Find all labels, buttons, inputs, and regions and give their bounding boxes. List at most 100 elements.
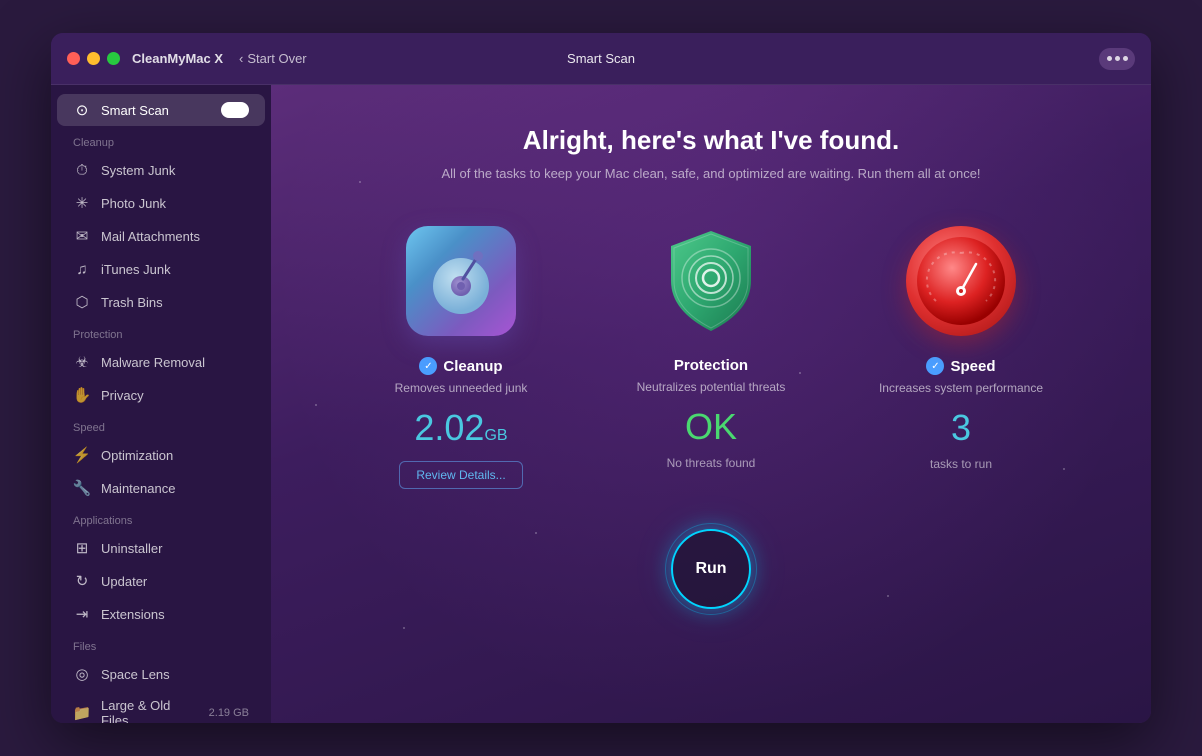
- maintenance-icon: 🔧: [73, 479, 91, 497]
- sidebar-item-smart-scan[interactable]: ⊙ Smart Scan: [57, 94, 265, 126]
- back-chevron-icon: ‹: [239, 51, 243, 66]
- run-button[interactable]: Run: [671, 529, 751, 609]
- sidebar-item-photo-junk[interactable]: ✳ Photo Junk: [57, 187, 265, 219]
- optimization-icon: ⚡: [73, 446, 91, 464]
- smart-scan-toggle[interactable]: [221, 102, 249, 118]
- window-title: Smart Scan: [567, 51, 635, 66]
- close-button[interactable]: [67, 52, 80, 65]
- trash-icon: ⬡: [73, 293, 91, 311]
- sidebar-item-uninstaller[interactable]: ⊞ Uninstaller: [57, 532, 265, 564]
- sidebar-label-system-junk: System Junk: [101, 163, 249, 178]
- sidebar-label-privacy: Privacy: [101, 388, 249, 403]
- cleanup-check-icon: ✓: [419, 357, 437, 375]
- speed-card: ✓ Speed Increases system performance 3 t…: [851, 221, 1071, 471]
- minimize-button[interactable]: [87, 52, 100, 65]
- section-label-applications: Applications: [51, 505, 271, 531]
- protection-value-text: OK: [685, 406, 737, 447]
- sidebar-item-trash-bins[interactable]: ⬡ Trash Bins: [57, 286, 265, 318]
- page-subtitle: All of the tasks to keep your Mac clean,…: [441, 166, 980, 181]
- system-junk-icon: ⏱: [73, 161, 91, 179]
- sidebar-item-large-old-files[interactable]: 📁 Large & Old Files 2.19 GB: [57, 691, 265, 723]
- photo-junk-icon: ✳: [73, 194, 91, 212]
- sidebar-label-large-files: Large & Old Files: [101, 698, 199, 723]
- sidebar-item-itunes-junk[interactable]: ♫ iTunes Junk: [57, 253, 265, 285]
- traffic-lights: [67, 52, 120, 65]
- sidebar-item-system-junk[interactable]: ⏱ System Junk: [57, 154, 265, 186]
- speed-check-icon: ✓: [926, 357, 944, 375]
- sidebar-label-optimization: Optimization: [101, 448, 249, 463]
- dot-icon-2: [1115, 56, 1120, 61]
- cleanup-title-row: ✓ Cleanup: [419, 357, 502, 375]
- large-files-icon: 📁: [73, 704, 91, 722]
- more-options-button[interactable]: [1099, 48, 1135, 70]
- protection-card-detail: No threats found: [667, 456, 756, 470]
- section-label-protection: Protection: [51, 319, 271, 345]
- itunes-icon: ♫: [73, 260, 91, 278]
- speed-card-detail: tasks to run: [930, 457, 992, 471]
- speed-title-row: ✓ Speed: [926, 357, 995, 375]
- smart-scan-icon: ⊙: [73, 101, 91, 119]
- protection-card: Protection Neutralizes potential threats…: [601, 221, 821, 470]
- back-button[interactable]: ‹ Start Over: [239, 51, 307, 66]
- back-label: Start Over: [247, 51, 306, 66]
- review-details-button[interactable]: Review Details...: [399, 461, 522, 489]
- sidebar-label-trash: Trash Bins: [101, 295, 249, 310]
- cleanup-disk-icon: [406, 226, 516, 336]
- sidebar-label-updater: Updater: [101, 574, 249, 589]
- dot-icon-1: [1107, 56, 1112, 61]
- cleanup-disk-svg: [421, 241, 501, 321]
- app-window: CleanMyMac X ‹ Start Over Smart Scan ⊙ S…: [51, 33, 1151, 723]
- updater-icon: ↻: [73, 572, 91, 590]
- speed-card-subtitle: Increases system performance: [879, 381, 1043, 395]
- extensions-icon: ⇥: [73, 605, 91, 623]
- app-name: CleanMyMac X: [132, 51, 223, 66]
- protection-title-row: Protection: [674, 357, 748, 374]
- section-label-files: Files: [51, 631, 271, 657]
- sidebar-label-extensions: Extensions: [101, 607, 249, 622]
- cleanup-icon-wrap: [401, 221, 521, 341]
- sidebar-item-space-lens[interactable]: ◎ Space Lens: [57, 658, 265, 690]
- content-area: ⊙ Smart Scan Cleanup ⏱ System Junk ✳ Pho…: [51, 85, 1151, 723]
- sidebar-item-privacy[interactable]: ✋ Privacy: [57, 379, 265, 411]
- speed-card-value: 3: [951, 407, 971, 449]
- cleanup-value-number: 2.02: [414, 407, 484, 448]
- speed-value-number: 3: [951, 407, 971, 448]
- protection-card-title: Protection: [674, 357, 748, 374]
- sidebar-label-space-lens: Space Lens: [101, 667, 249, 682]
- sidebar-label-photo-junk: Photo Junk: [101, 196, 249, 211]
- cleanup-card: ✓ Cleanup Removes unneeded junk 2.02GB R…: [351, 221, 571, 489]
- sidebar: ⊙ Smart Scan Cleanup ⏱ System Junk ✳ Pho…: [51, 85, 271, 723]
- page-title: Alright, here's what I've found.: [523, 125, 899, 156]
- cleanup-value-unit: GB: [484, 427, 507, 444]
- privacy-icon: ✋: [73, 386, 91, 404]
- speed-card-title: Speed: [950, 358, 995, 375]
- run-button-wrap: Run: [671, 529, 751, 609]
- protection-card-subtitle: Neutralizes potential threats: [637, 380, 786, 394]
- sidebar-item-maintenance[interactable]: 🔧 Maintenance: [57, 472, 265, 504]
- sidebar-item-mail-attachments[interactable]: ✉ Mail Attachments: [57, 220, 265, 252]
- section-label-speed: Speed: [51, 412, 271, 438]
- speed-gauge-icon: [906, 226, 1016, 336]
- protection-card-value: OK: [685, 406, 737, 448]
- uninstaller-icon: ⊞: [73, 539, 91, 557]
- maximize-button[interactable]: [107, 52, 120, 65]
- sidebar-label-uninstaller: Uninstaller: [101, 541, 249, 556]
- speed-gauge-svg: [916, 236, 1006, 326]
- sidebar-item-updater[interactable]: ↻ Updater: [57, 565, 265, 597]
- protection-shield-svg: [661, 226, 761, 336]
- dot-icon-3: [1123, 56, 1128, 61]
- sidebar-label-malware: Malware Removal: [101, 355, 249, 370]
- cards-row: ✓ Cleanup Removes unneeded junk 2.02GB R…: [351, 221, 1071, 489]
- titlebar: CleanMyMac X ‹ Start Over Smart Scan: [51, 33, 1151, 85]
- sidebar-label-smart-scan: Smart Scan: [101, 103, 211, 118]
- sidebar-item-optimization[interactable]: ⚡ Optimization: [57, 439, 265, 471]
- main-content: Alright, here's what I've found. All of …: [271, 85, 1151, 723]
- speed-icon-wrap: [901, 221, 1021, 341]
- sidebar-item-extensions[interactable]: ⇥ Extensions: [57, 598, 265, 630]
- malware-icon: ☣: [73, 353, 91, 371]
- protection-icon-wrap: [656, 221, 766, 341]
- cleanup-card-subtitle: Removes unneeded junk: [395, 381, 528, 395]
- cleanup-card-title: Cleanup: [443, 358, 502, 375]
- sidebar-item-malware-removal[interactable]: ☣ Malware Removal: [57, 346, 265, 378]
- sidebar-label-maintenance: Maintenance: [101, 481, 249, 496]
